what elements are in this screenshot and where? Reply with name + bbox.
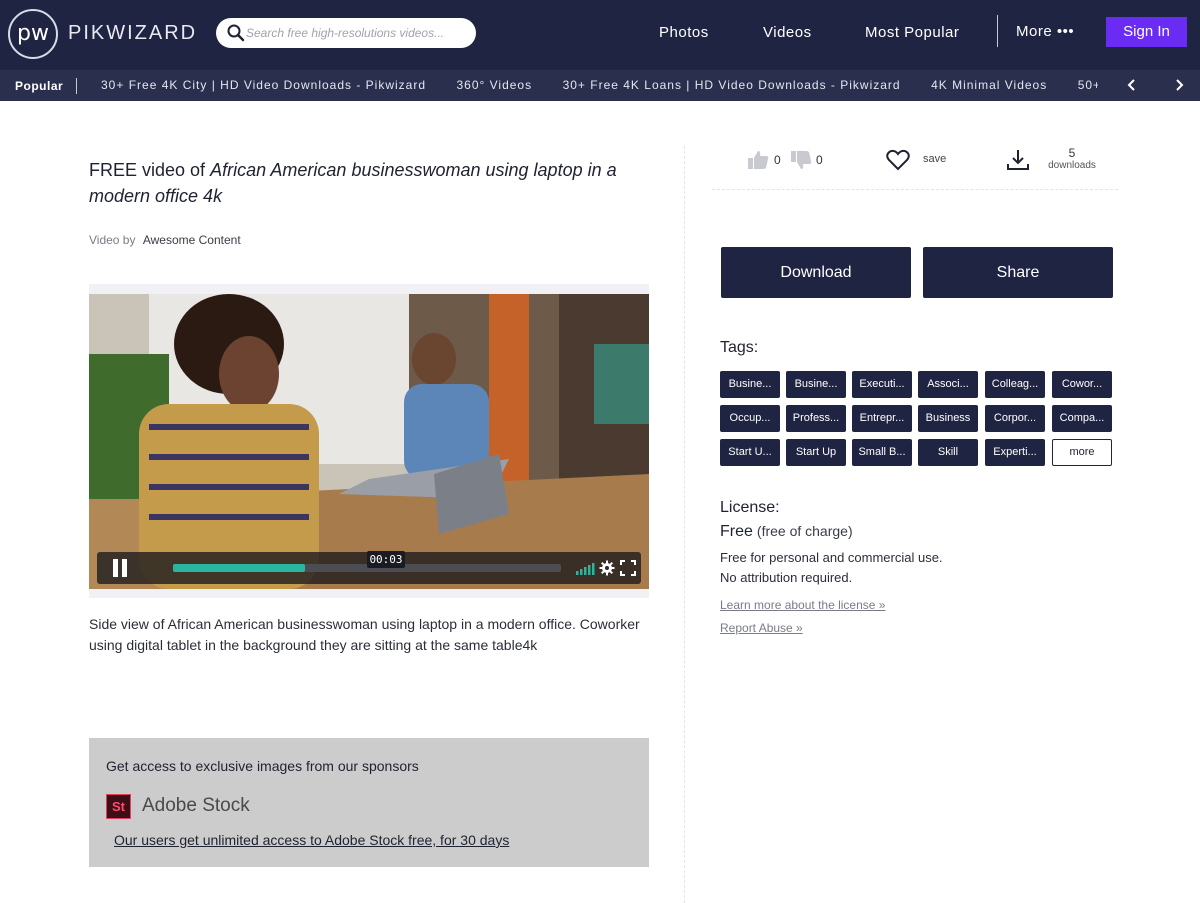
learn-more-license-link[interactable]: Learn more about the license » bbox=[720, 598, 885, 612]
seek-bar-fill bbox=[173, 564, 305, 572]
author-link[interactable]: Awesome Content bbox=[143, 233, 241, 247]
sponsor-heading: Get access to exclusive images from our … bbox=[106, 758, 419, 774]
sign-in-button[interactable]: Sign In bbox=[1106, 17, 1187, 47]
downloads-label: downloads bbox=[1048, 160, 1096, 171]
video-frame[interactable]: 00:03 bbox=[89, 294, 649, 589]
nav-divider bbox=[997, 15, 998, 47]
column-divider bbox=[684, 146, 685, 903]
more-tags-button[interactable]: more bbox=[1052, 439, 1112, 466]
tag[interactable]: Business bbox=[918, 405, 978, 432]
seek-bar[interactable]: 00:03 bbox=[173, 551, 561, 572]
pause-icon bbox=[122, 559, 127, 577]
share-button[interactable]: Share bbox=[923, 247, 1113, 298]
license-type-name: Free bbox=[720, 523, 753, 540]
report-abuse-link[interactable]: Report Abuse » bbox=[720, 621, 803, 635]
popular-links: 30+ Free 4K City | HD Video Downloads - … bbox=[88, 70, 1098, 101]
tag[interactable]: Cowor... bbox=[1052, 371, 1112, 398]
sponsor-box: Get access to exclusive images from our … bbox=[89, 738, 649, 867]
gear-icon[interactable] bbox=[599, 560, 615, 576]
search-input[interactable] bbox=[246, 18, 466, 48]
popular-bar: Popular 30+ Free 4K City | HD Video Down… bbox=[0, 70, 1200, 101]
tag[interactable]: Experti... bbox=[985, 439, 1045, 466]
license-line: No attribution required. bbox=[720, 570, 853, 585]
license-heading: License: bbox=[720, 499, 780, 516]
logo-mark[interactable]: pw bbox=[8, 9, 58, 59]
save-label[interactable]: save bbox=[923, 153, 946, 165]
top-header: pw PIKWIZARD Photos Videos Most Popular … bbox=[0, 0, 1200, 70]
adobe-stock-logo: St bbox=[106, 794, 131, 819]
license-type-note: (free of charge) bbox=[756, 523, 853, 539]
logo-text[interactable]: PIKWIZARD bbox=[68, 22, 197, 45]
pause-button[interactable] bbox=[107, 559, 133, 577]
popular-link[interactable]: 30+ Free 4K City | HD Video Downloads - … bbox=[101, 70, 426, 101]
tags-heading: Tags: bbox=[720, 339, 759, 356]
sponsor-link[interactable]: Our users get unlimited access to Adobe … bbox=[114, 832, 509, 848]
volume-icon[interactable] bbox=[575, 560, 597, 576]
nav-videos[interactable]: Videos bbox=[763, 24, 812, 41]
license-line: Free for personal and commercial use. bbox=[720, 550, 943, 565]
popular-divider bbox=[76, 78, 77, 94]
chevron-right-icon[interactable] bbox=[1171, 77, 1187, 93]
chevron-left-icon[interactable] bbox=[1124, 77, 1140, 93]
pause-icon bbox=[113, 559, 118, 577]
heart-icon[interactable] bbox=[886, 149, 910, 171]
sponsor-brand: Adobe Stock bbox=[142, 795, 250, 816]
thumbs-down-icon[interactable] bbox=[790, 150, 812, 170]
tag[interactable]: Small B... bbox=[852, 439, 912, 466]
video-still bbox=[89, 294, 649, 589]
nav-more[interactable]: More ••• bbox=[1016, 23, 1074, 40]
video-description: Side view of African American businesswo… bbox=[89, 616, 640, 653]
video-player: 00:03 bbox=[89, 284, 649, 598]
tag[interactable]: Start Up bbox=[786, 439, 846, 466]
byline-label: Video by bbox=[89, 233, 136, 247]
tag[interactable]: Busine... bbox=[720, 371, 780, 398]
dislike-count: 0 bbox=[816, 153, 823, 167]
fullscreen-icon[interactable] bbox=[620, 560, 636, 576]
nav-photos[interactable]: Photos bbox=[659, 24, 709, 41]
tag[interactable]: Associ... bbox=[918, 371, 978, 398]
popular-label: Popular bbox=[15, 79, 64, 93]
license-type: Free (free of charge) bbox=[720, 523, 853, 541]
popular-link[interactable]: 4K Minimal Videos bbox=[931, 70, 1047, 101]
tag[interactable]: Occup... bbox=[720, 405, 780, 432]
tag[interactable]: Entrepr... bbox=[852, 405, 912, 432]
player-controls: 00:03 bbox=[97, 551, 641, 584]
tag[interactable]: Start U... bbox=[720, 439, 780, 466]
video-stats: 0 0 save 5 downloads bbox=[712, 146, 1118, 190]
popular-link[interactable]: 360° Videos bbox=[456, 70, 532, 101]
byline: Video by Awesome Content bbox=[89, 233, 241, 247]
tag[interactable]: Executi... bbox=[852, 371, 912, 398]
search-icon[interactable] bbox=[226, 23, 246, 43]
download-count: 5 bbox=[1068, 146, 1076, 160]
title-prefix: FREE video of bbox=[89, 160, 211, 180]
page-title: FREE video of African American businessw… bbox=[89, 157, 649, 209]
tag[interactable]: Compa... bbox=[1052, 405, 1112, 432]
tag[interactable]: Busine... bbox=[786, 371, 846, 398]
popular-link[interactable]: 30+ Free 4K Loans | HD Video Downloads -… bbox=[563, 70, 901, 101]
like-count: 0 bbox=[774, 153, 781, 167]
nav-most-popular[interactable]: Most Popular bbox=[865, 24, 959, 41]
popular-link[interactable]: 50+ Free bbox=[1078, 70, 1098, 101]
tag[interactable]: Skill bbox=[918, 439, 978, 466]
search-box bbox=[216, 18, 476, 48]
download-button[interactable]: Download bbox=[721, 247, 911, 298]
current-time: 00:03 bbox=[367, 551, 405, 568]
tag[interactable]: Corpor... bbox=[985, 405, 1045, 432]
thumbs-up-icon[interactable] bbox=[747, 150, 769, 170]
download-icon[interactable] bbox=[1006, 148, 1030, 172]
tag[interactable]: Colleag... bbox=[985, 371, 1045, 398]
tag[interactable]: Profess... bbox=[786, 405, 846, 432]
